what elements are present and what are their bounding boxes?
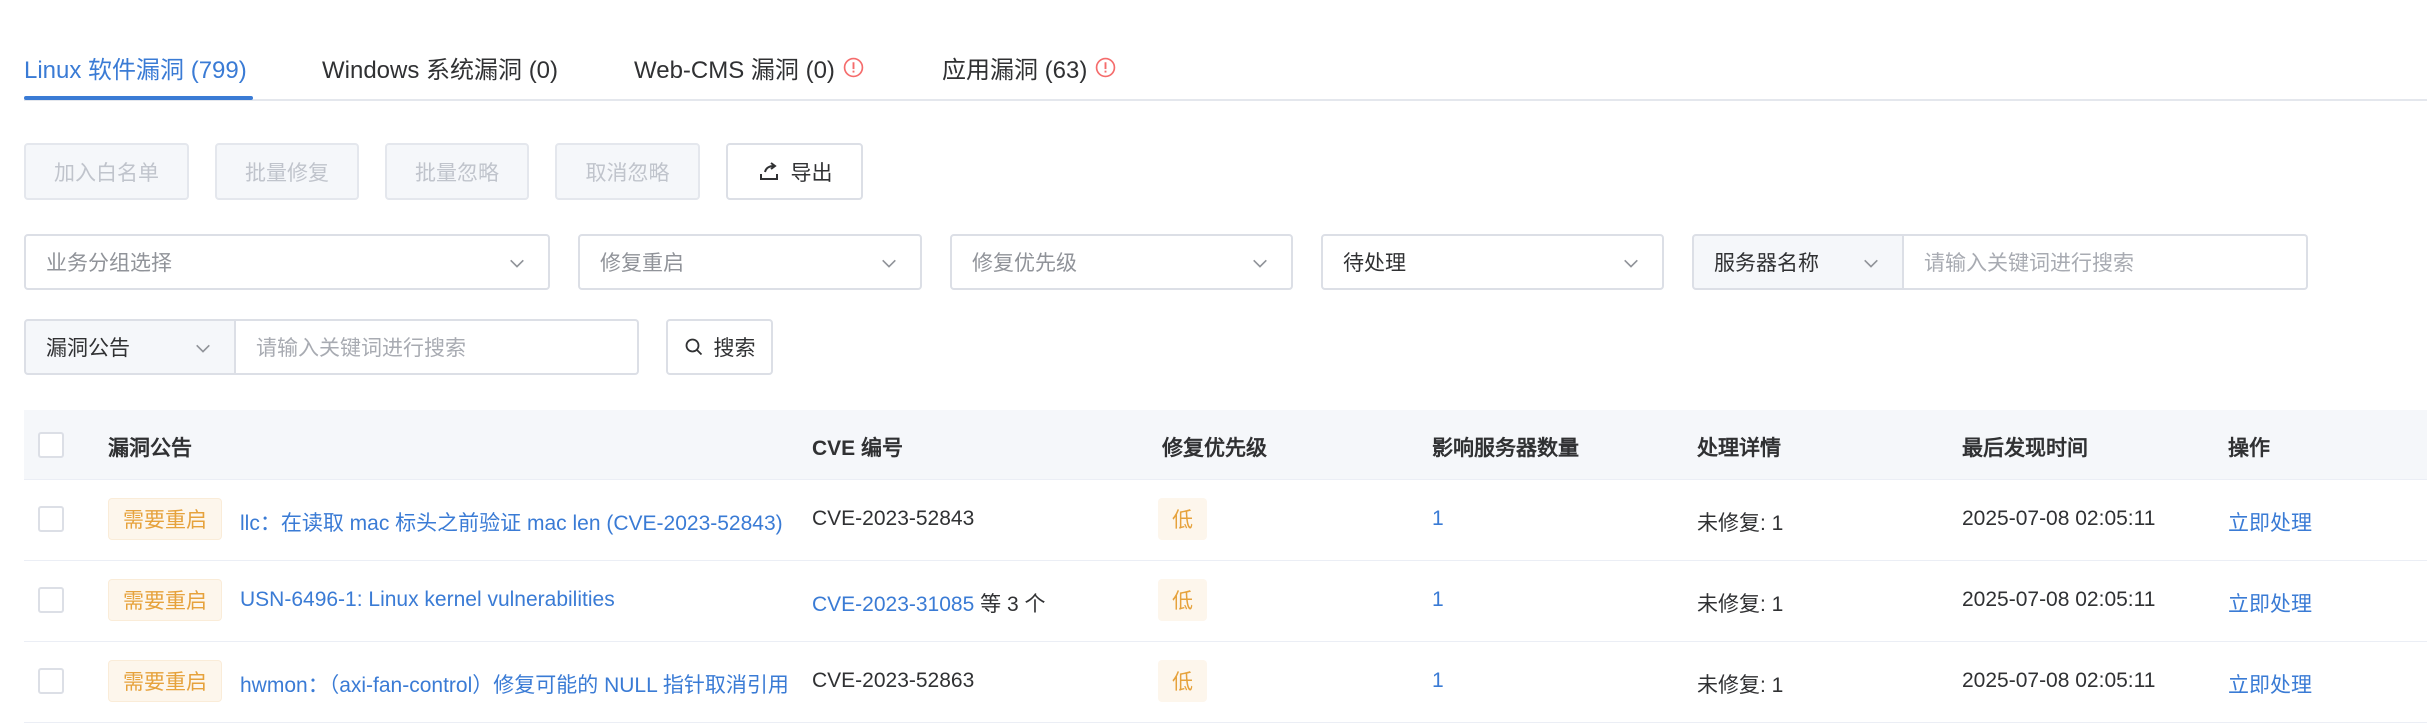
row-checkbox[interactable] (38, 506, 64, 532)
column-header-server-count: 影响服务器数量 (1432, 437, 1579, 460)
batch-ignore-label: 批量忽略 (415, 161, 499, 185)
row-checkbox[interactable] (38, 668, 64, 694)
column-header-last-seen: 最后发现时间 (1962, 437, 2088, 460)
column-header-action: 操作 (2228, 437, 2270, 460)
table-header: 漏洞公告 CVE 编号 修复优先级 影响服务器数量 处理详情 最后发现时间 操作 (24, 410, 2427, 480)
add-whitelist-button[interactable]: 加入白名单 (24, 143, 189, 200)
add-whitelist-label: 加入白名单 (54, 161, 159, 185)
handle-now-link[interactable]: 立即处理 (2228, 669, 2312, 699)
chevron-down-icon (510, 259, 524, 268)
handle-now-link[interactable]: 立即处理 (2228, 507, 2312, 537)
handle-now-link[interactable]: 立即处理 (2228, 588, 2312, 618)
table-row: 需要重启 hwmon：（axi-fan-control）修复可能的 NULL 指… (24, 642, 2427, 723)
notice-field-select[interactable]: 漏洞公告 (24, 319, 236, 375)
cancel-ignore-label: 取消忽略 (585, 161, 670, 185)
export-label: 导出 (790, 161, 833, 185)
restart-required-tag: 需要重启 (108, 498, 222, 540)
handling-detail: 未修复: 1 (1697, 674, 1784, 697)
warning-icon (843, 57, 864, 77)
cancel-ignore-button[interactable]: 取消忽略 (555, 143, 700, 200)
cve-id: CVE-2023-52863 (812, 669, 975, 692)
last-seen-time: 2025-07-08 02:05:11 (1962, 669, 2156, 692)
restart-required-tag: 需要重启 (108, 660, 222, 702)
column-header-notice: 漏洞公告 (108, 437, 192, 460)
chevron-down-icon (1864, 259, 1878, 268)
cve-extra-count: 等 3 个 (980, 593, 1046, 616)
tab-application[interactable]: 应用漏洞 (63) (942, 50, 1116, 84)
server-count-link[interactable]: 1 (1432, 507, 1444, 531)
column-header-cve: CVE 编号 (812, 437, 904, 460)
restart-required-tag: 需要重启 (108, 579, 222, 621)
server-search-input[interactable]: 请输入关键词进行搜索 (1904, 234, 2308, 290)
priority-placeholder: 修复优先级 (972, 252, 1077, 275)
vulnerability-title-link[interactable]: hwmon：（axi-fan-control）修复可能的 NULL 指针取消引用 (240, 669, 790, 699)
cve-cell: CVE-2023-31085 等 3 个 (812, 588, 1045, 618)
server-field-select[interactable]: 服务器名称 (1692, 234, 1904, 290)
chevron-down-icon (1624, 259, 1638, 268)
status-value: 待处理 (1343, 252, 1406, 275)
tab-windows[interactable]: Windows 系统漏洞 (0) (322, 50, 558, 84)
notice-search-placeholder: 请输入关键词进行搜索 (256, 337, 466, 360)
business-group-select[interactable]: 业务分组选择 (24, 234, 550, 290)
cve-id-link[interactable]: CVE-2023-31085 (812, 593, 974, 616)
priority-select[interactable]: 修复优先级 (950, 234, 1293, 290)
restart-select[interactable]: 修复重启 (578, 234, 922, 290)
table-row: 需要重启 USN-6496-1: Linux kernel vulnerabil… (24, 561, 2427, 642)
last-seen-time: 2025-07-08 02:05:11 (1962, 507, 2156, 530)
priority-tag: 低 (1158, 660, 1207, 702)
select-all-checkbox[interactable] (38, 432, 64, 458)
notice-field-value: 漏洞公告 (46, 337, 130, 360)
chevron-down-icon (882, 259, 896, 268)
search-button-label: 搜索 (713, 337, 756, 360)
batch-fix-label: 批量修复 (245, 161, 329, 185)
search-button[interactable]: 搜索 (666, 319, 773, 375)
tab-web-cms-label: Web-CMS 漏洞 (0) (634, 56, 835, 84)
row-checkbox[interactable] (38, 587, 64, 613)
server-search-placeholder: 请输入关键词进行搜索 (1924, 252, 2134, 275)
priority-tag: 低 (1158, 498, 1207, 540)
business-group-placeholder: 业务分组选择 (46, 252, 172, 275)
cve-id: CVE-2023-52843 (812, 507, 975, 530)
chevron-down-icon (196, 344, 210, 353)
column-header-priority: 修复优先级 (1162, 437, 1267, 460)
vulnerability-title-link[interactable]: llc：在读取 mac 标头之前验证 mac len (CVE-2023-528… (240, 507, 790, 537)
search-icon (685, 338, 702, 356)
server-field-value: 服务器名称 (1714, 252, 1819, 275)
tab-application-label: 应用漏洞 (63) (942, 56, 1088, 84)
tab-linux-label: Linux 软件漏洞 (799) (24, 56, 247, 84)
priority-tag: 低 (1158, 579, 1207, 621)
export-button[interactable]: 导出 (726, 143, 863, 200)
export-icon (759, 161, 778, 180)
tab-web-cms[interactable]: Web-CMS 漏洞 (0) (634, 50, 864, 84)
chevron-down-icon (1253, 259, 1267, 268)
last-seen-time: 2025-07-08 02:05:11 (1962, 588, 2156, 611)
warning-icon (1096, 57, 1116, 77)
handling-detail: 未修复: 1 (1697, 593, 1784, 616)
active-tab-indicator (24, 96, 253, 100)
column-header-detail: 处理详情 (1697, 437, 1781, 460)
notice-search-input[interactable]: 请输入关键词进行搜索 (236, 319, 639, 375)
server-count-link[interactable]: 1 (1432, 588, 1444, 612)
batch-ignore-button[interactable]: 批量忽略 (385, 143, 529, 200)
tab-linux[interactable]: Linux 软件漏洞 (799) (24, 50, 247, 84)
handling-detail: 未修复: 1 (1697, 512, 1784, 535)
server-count-link[interactable]: 1 (1432, 669, 1444, 693)
status-select[interactable]: 待处理 (1321, 234, 1664, 290)
batch-fix-button[interactable]: 批量修复 (215, 143, 359, 200)
tab-windows-label: Windows 系统漏洞 (0) (322, 56, 559, 84)
restart-placeholder: 修复重启 (600, 252, 684, 275)
vulnerability-tabs: Linux 软件漏洞 (799) Windows 系统漏洞 (0) Web-CM… (24, 0, 2427, 101)
table-row: 需要重启 llc：在读取 mac 标头之前验证 mac len (CVE-202… (24, 480, 2427, 561)
vulnerability-title-link[interactable]: USN-6496-1: Linux kernel vulnerabilities (240, 588, 790, 612)
